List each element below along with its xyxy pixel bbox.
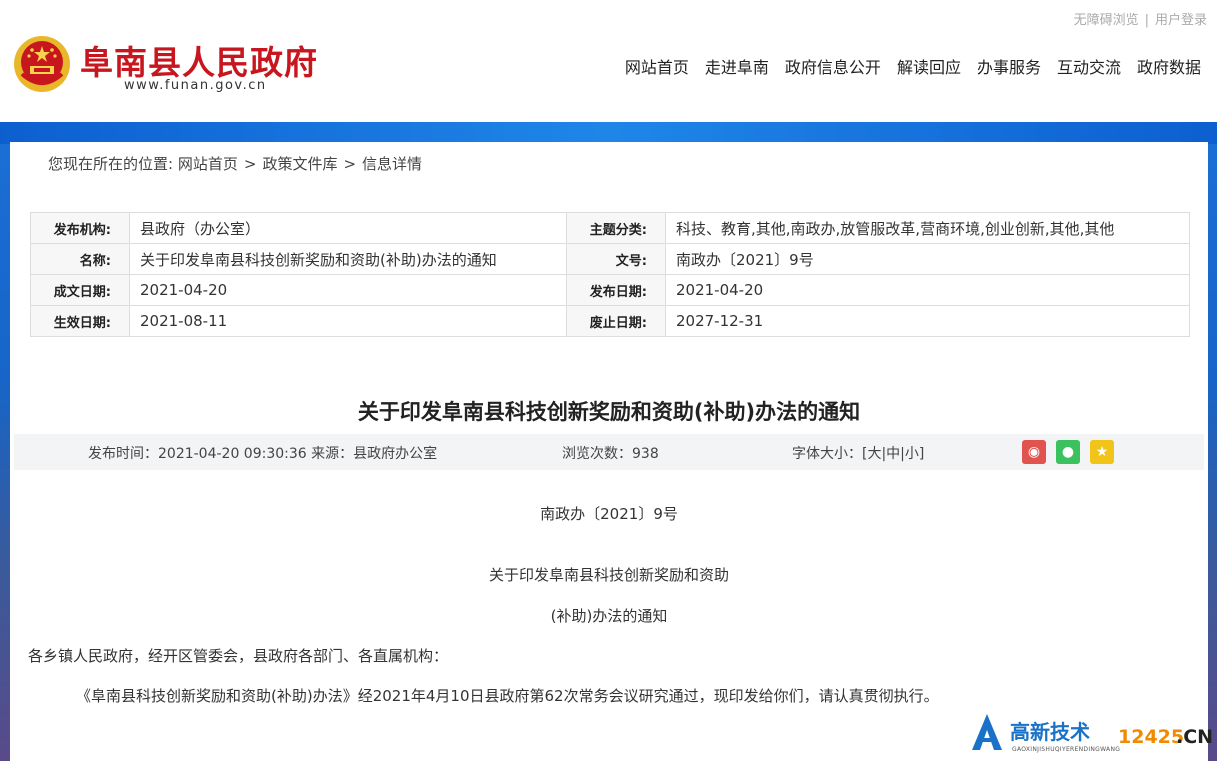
weibo-icon[interactable]: ◉ (1022, 440, 1046, 464)
meta-label-name: 名称: (30, 243, 130, 275)
article-title: 关于印发阜南县科技创新奖励和资助(补助)办法的通知 (357, 400, 861, 424)
article-paragraph: 各乡镇人民政府，经开区管委会，县政府各部门、各直属机构： (28, 647, 449, 665)
meta-label-expiry-date: 废止日期: (566, 305, 666, 337)
main-nav: 网站首页 走进阜南 政府信息公开 解读回应 办事服务 互动交流 政府数据 (625, 54, 1201, 78)
breadcrumb: 您现在所在的位置: 网站首页 > 政策文件库 > 信息详情 (48, 155, 423, 173)
meta-value-doc-no: 南政办〔2021〕9号 (665, 243, 1190, 275)
meta-label-publish-date: 发布日期: (566, 274, 666, 306)
watermark-a-icon (972, 714, 1002, 750)
table-row: 生效日期: 2021-08-11 废止日期: 2027-12-31 (30, 305, 1190, 337)
meta-label-doc-no: 文号: (566, 243, 666, 275)
nav-gov-data[interactable]: 政府数据 (1137, 54, 1201, 78)
breadcrumb-detail: 信息详情 (362, 155, 423, 173)
article-subtitle-line1: 关于印发阜南县科技创新奖励和资助 (488, 566, 729, 584)
user-login-link[interactable]: 用户登录 (1155, 13, 1207, 28)
document-meta-table: 发布机构: 县政府（办公室） 主题分类: 科技、教育,其他,南政办,放管服改革,… (30, 212, 1190, 337)
article-info-bar: 发布时间：2021-04-20 09:30:36 来源：县政府办公室 浏览次数：… (14, 434, 1204, 470)
nav-interaction[interactable]: 互动交流 (1057, 54, 1121, 78)
meta-value-topic: 科技、教育,其他,南政办,放管服改革,营商环境,创业创新,其他,其他 (665, 212, 1190, 244)
meta-value-expiry-date: 2027-12-31 (665, 305, 1190, 337)
content-panel: 您现在所在的位置: 网站首页 > 政策文件库 > 信息详情 发布机构: 县政府（办公室）… (10, 142, 1208, 761)
national-emblem-icon[interactable] (12, 34, 72, 94)
nav-interpretation[interactable]: 解读回应 (897, 54, 961, 78)
article-subtitle-line2: (补助)办法的通知 (550, 607, 668, 625)
watermark-pinyin: GAOXINJISHUQIYERENDINGWANG (1012, 746, 1121, 753)
publish-info: 发布时间：2021-04-20 09:30:36 来源：县政府办公室 (88, 446, 438, 462)
breadcrumb-policy-library[interactable]: 政策文件库 (262, 155, 337, 173)
nav-gov-info[interactable]: 政府信息公开 (785, 54, 881, 78)
breadcrumb-prefix: 您现在所在的位置: (48, 155, 174, 173)
favorite-icon[interactable]: ★ (1090, 440, 1114, 464)
meta-label-publisher: 发布机构: (30, 212, 130, 244)
accessibility-link[interactable]: 无障碍浏览 (1074, 13, 1139, 28)
nav-services[interactable]: 办事服务 (977, 54, 1041, 78)
top-links: 无障碍浏览 | 用户登录 (1073, 13, 1207, 28)
nav-about-funan[interactable]: 走进阜南 (705, 54, 769, 78)
meta-label-effective-date: 生效日期: (30, 305, 130, 337)
watermark-name: 高新技术 (1010, 720, 1090, 744)
meta-label-topic: 主题分类: (566, 212, 666, 244)
meta-value-publisher: 县政府（办公室） (129, 212, 567, 244)
view-count: 浏览次数：938 (562, 446, 659, 462)
meta-value-written-date: 2021-04-20 (129, 274, 567, 306)
meta-value-effective-date: 2021-08-11 (129, 305, 567, 337)
table-row: 成文日期: 2021-04-20 发布日期: 2021-04-20 (30, 274, 1190, 306)
meta-value-publish-date: 2021-04-20 (665, 274, 1190, 306)
nav-home[interactable]: 网站首页 (625, 54, 689, 78)
meta-label-written-date: 成文日期: (30, 274, 130, 306)
font-size-control[interactable]: 字体大小：[大|中|小] (792, 443, 924, 463)
site-url: www.funan.gov.cn (124, 78, 267, 93)
table-row: 发布机构: 县政府（办公室） 主题分类: 科技、教育,其他,南政办,放管服改革,… (30, 212, 1190, 244)
wechat-icon[interactable]: ● (1056, 440, 1080, 464)
document-number: 南政办〔2021〕9号 (540, 505, 678, 523)
site-header: 无障碍浏览 | 用户登录 阜南县人民政府 www.funan.gov.cn 网站首页… (0, 0, 1217, 122)
banner-strip (0, 122, 1217, 144)
watermark-number: 12425 (1118, 726, 1185, 748)
meta-value-name: 关于印发阜南县科技创新奖励和资助(补助)办法的通知 (129, 243, 567, 275)
table-row: 名称: 关于印发阜南县科技创新奖励和资助(补助)办法的通知 文号: 南政办〔20… (30, 243, 1190, 275)
watermark-domain: .CN (1176, 726, 1214, 748)
breadcrumb-home[interactable]: 网站首页 (178, 155, 238, 173)
watermark-logo: 高新技术 12425 .CN GAOXINJISHUQIYERENDINGWAN… (970, 712, 1217, 761)
site-name[interactable]: 阜南县人民政府 (80, 36, 318, 84)
article-paragraph: 《阜南县科技创新奖励和资助(补助)办法》经2021年4月10日县政府第62次常务… (76, 687, 939, 705)
